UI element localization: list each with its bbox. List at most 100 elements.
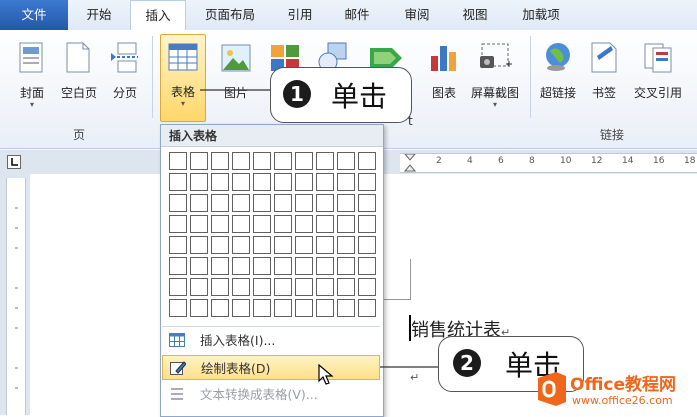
grid-cell[interactable] (253, 152, 271, 170)
horizontal-ruler[interactable]: 2 4 6 8 10 12 14 16 18 (400, 153, 697, 173)
vertical-ruler[interactable] (6, 178, 26, 415)
grid-cell[interactable] (337, 173, 355, 191)
grid-cell[interactable] (316, 278, 334, 296)
grid-cell[interactable] (232, 173, 250, 191)
grid-cell[interactable] (232, 152, 250, 170)
tab-review[interactable]: 审阅 (390, 0, 444, 30)
grid-cell[interactable] (232, 236, 250, 254)
grid-cell[interactable] (211, 173, 229, 191)
tab-page-layout[interactable]: 页面布局 (190, 0, 270, 30)
grid-cell[interactable] (316, 215, 334, 233)
tab-mailings[interactable]: 邮件 (330, 0, 384, 30)
grid-cell[interactable] (253, 215, 271, 233)
grid-cell[interactable] (169, 152, 187, 170)
table-size-grid[interactable] (169, 152, 376, 317)
grid-cell[interactable] (169, 173, 187, 191)
grid-cell[interactable] (232, 215, 250, 233)
chart-button[interactable]: 图表 (424, 36, 464, 106)
menu-item-insert-table[interactable]: 插入表格(I)... (162, 328, 380, 353)
grid-cell[interactable] (337, 152, 355, 170)
grid-cell[interactable] (253, 278, 271, 296)
menu-item-convert-text-to-table[interactable]: 文本转换成表格(V)... (162, 382, 380, 407)
menu-item-draw-table[interactable]: 绘制表格(D) (162, 355, 380, 380)
tab-file[interactable]: 文件 (0, 0, 68, 30)
grid-cell[interactable] (190, 257, 208, 275)
grid-cell[interactable] (337, 278, 355, 296)
grid-cell[interactable] (190, 173, 208, 191)
grid-cell[interactable] (211, 152, 229, 170)
grid-cell[interactable] (295, 257, 313, 275)
grid-cell[interactable] (358, 278, 376, 296)
grid-cell[interactable] (232, 257, 250, 275)
grid-cell[interactable] (211, 278, 229, 296)
grid-cell[interactable] (253, 194, 271, 212)
grid-cell[interactable] (190, 236, 208, 254)
grid-cell[interactable] (295, 215, 313, 233)
grid-cell[interactable] (295, 278, 313, 296)
grid-cell[interactable] (316, 236, 334, 254)
tab-references[interactable]: 引用 (276, 0, 324, 30)
grid-cell[interactable] (274, 152, 292, 170)
grid-cell[interactable] (232, 299, 250, 317)
grid-cell[interactable] (337, 257, 355, 275)
grid-cell[interactable] (211, 236, 229, 254)
grid-cell[interactable] (253, 257, 271, 275)
grid-cell[interactable] (295, 152, 313, 170)
grid-cell[interactable] (169, 194, 187, 212)
grid-cell[interactable] (337, 236, 355, 254)
grid-cell[interactable] (211, 299, 229, 317)
grid-cell[interactable] (316, 257, 334, 275)
grid-cell[interactable] (274, 236, 292, 254)
grid-cell[interactable] (337, 299, 355, 317)
grid-cell[interactable] (274, 215, 292, 233)
grid-cell[interactable] (358, 194, 376, 212)
grid-cell[interactable] (337, 215, 355, 233)
grid-cell[interactable] (274, 278, 292, 296)
page-break-button[interactable]: 分页 (104, 36, 146, 106)
grid-cell[interactable] (358, 299, 376, 317)
grid-cell[interactable] (274, 257, 292, 275)
grid-cell[interactable] (358, 215, 376, 233)
grid-cell[interactable] (253, 236, 271, 254)
grid-cell[interactable] (316, 152, 334, 170)
grid-cell[interactable] (232, 278, 250, 296)
grid-cell[interactable] (169, 257, 187, 275)
grid-cell[interactable] (316, 194, 334, 212)
grid-cell[interactable] (190, 194, 208, 212)
grid-cell[interactable] (169, 278, 187, 296)
grid-cell[interactable] (253, 173, 271, 191)
grid-cell[interactable] (295, 236, 313, 254)
blank-page-button[interactable]: 空白页 (56, 36, 102, 106)
grid-cell[interactable] (358, 152, 376, 170)
grid-cell[interactable] (211, 257, 229, 275)
grid-cell[interactable] (190, 215, 208, 233)
tab-home[interactable]: 开始 (72, 0, 126, 30)
tab-selector[interactable] (7, 155, 21, 169)
tab-view[interactable]: 视图 (448, 0, 502, 30)
grid-cell[interactable] (358, 257, 376, 275)
grid-cell[interactable] (190, 299, 208, 317)
cross-reference-button[interactable]: 交叉引用 (628, 36, 688, 106)
grid-cell[interactable] (274, 173, 292, 191)
grid-cell[interactable] (190, 152, 208, 170)
grid-cell[interactable] (295, 299, 313, 317)
grid-cell[interactable] (295, 194, 313, 212)
grid-cell[interactable] (358, 236, 376, 254)
screenshot-button[interactable]: 屏幕截图 ▾ (466, 36, 524, 114)
grid-cell[interactable] (274, 194, 292, 212)
tab-addins[interactable]: 加载项 (508, 0, 574, 30)
bookmark-button[interactable]: 书签 (584, 36, 624, 106)
tab-insert[interactable]: 插入 (130, 0, 186, 32)
grid-cell[interactable] (232, 194, 250, 212)
grid-cell[interactable] (316, 299, 334, 317)
hyperlink-button[interactable]: 超链接 (536, 36, 580, 106)
grid-cell[interactable] (316, 173, 334, 191)
cover-button[interactable]: 封面 ▾ (14, 36, 50, 114)
grid-cell[interactable] (295, 173, 313, 191)
grid-cell[interactable] (190, 278, 208, 296)
grid-cell[interactable] (211, 194, 229, 212)
grid-cell[interactable] (253, 299, 271, 317)
grid-cell[interactable] (169, 236, 187, 254)
grid-cell[interactable] (211, 215, 229, 233)
grid-cell[interactable] (358, 173, 376, 191)
